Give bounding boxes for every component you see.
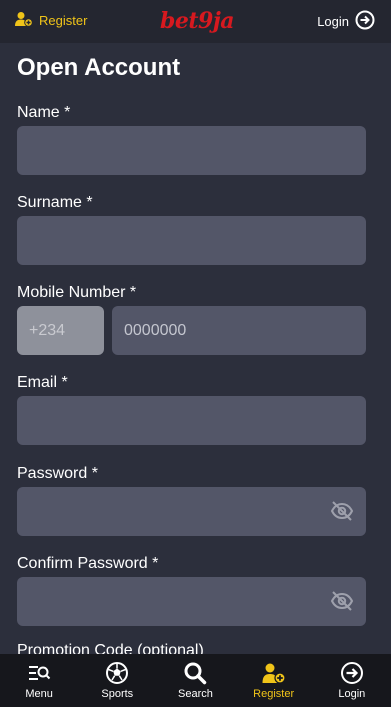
top-bar: Register bet9ja Login: [0, 0, 391, 43]
login-arrow-icon: [340, 661, 364, 685]
email-input[interactable]: [17, 396, 366, 445]
search-icon: [183, 661, 207, 685]
nav-menu[interactable]: Menu: [0, 654, 78, 700]
nav-register-label: Register: [253, 688, 295, 700]
surname-input[interactable]: [17, 216, 366, 265]
login-label: Login: [317, 14, 349, 29]
bottom-nav: Menu Sports Search Register Login: [0, 654, 391, 707]
nav-register[interactable]: Register: [235, 654, 313, 700]
bet9ja-logo[interactable]: bet9ja: [160, 8, 235, 34]
mobile-label: Mobile Number *: [17, 284, 137, 301]
password-input[interactable]: [17, 487, 366, 536]
name-label: Name *: [17, 104, 71, 121]
mobile-input[interactable]: [112, 306, 366, 355]
add-user-icon: [262, 661, 286, 685]
name-input[interactable]: [17, 126, 366, 175]
password-label: Password *: [17, 465, 98, 482]
email-label: Email *: [17, 374, 68, 391]
nav-login[interactable]: Login: [313, 654, 391, 700]
nav-sports-label: Sports: [101, 688, 134, 700]
confirm-password-label: Confirm Password *: [17, 555, 159, 572]
eye-off-icon[interactable]: [330, 590, 354, 617]
surname-field[interactable]: [17, 216, 366, 265]
surname-label: Surname *: [17, 194, 93, 211]
password-field[interactable]: [17, 487, 366, 536]
nav-search[interactable]: Search: [156, 654, 234, 700]
nav-login-label: Login: [338, 688, 366, 700]
eye-off-icon[interactable]: [330, 500, 354, 527]
login-link[interactable]: Login: [317, 10, 375, 33]
register-link[interactable]: Register: [15, 11, 87, 30]
login-arrow-icon: [355, 10, 375, 33]
name-field[interactable]: [17, 126, 366, 175]
country-code-prefix: +234: [17, 306, 104, 355]
mobile-field[interactable]: [112, 306, 366, 355]
register-label: Register: [39, 13, 88, 28]
soccer-ball-icon: [105, 661, 129, 685]
confirm-password-input[interactable]: [17, 577, 366, 626]
nav-menu-label: Menu: [25, 688, 53, 700]
page-title: Open Account: [17, 54, 181, 81]
add-user-icon: [15, 11, 33, 30]
nav-sports[interactable]: Sports: [78, 654, 156, 700]
menu-search-icon: [27, 661, 51, 685]
confirm-password-field[interactable]: [17, 577, 366, 626]
nav-search-label: Search: [178, 688, 213, 700]
email-field[interactable]: [17, 396, 366, 445]
